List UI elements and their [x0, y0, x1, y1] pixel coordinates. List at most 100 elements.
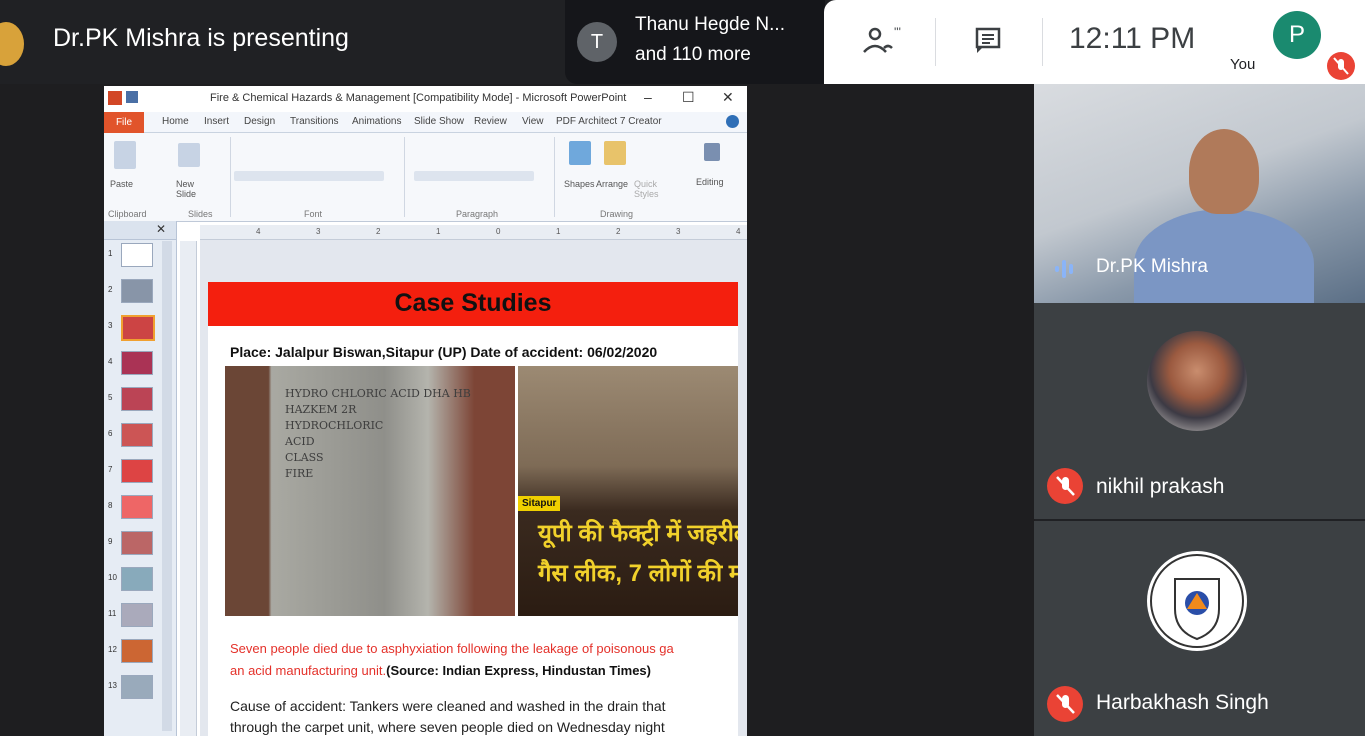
- thumbnail-number: 11: [108, 609, 117, 618]
- paragraph-controls[interactable]: [414, 171, 534, 181]
- cause-line-2: through the carpet unit, where seven peo…: [230, 719, 665, 735]
- ppt-title-bar: Fire & Chemical Hazards & Management [Co…: [104, 86, 747, 112]
- slide-summary: Seven people died due to asphyxiation fo…: [230, 638, 740, 682]
- new-slide-label[interactable]: New Slide: [176, 179, 206, 199]
- tab-insert[interactable]: Insert: [204, 116, 229, 127]
- arrange-icon[interactable]: [604, 141, 626, 165]
- tab-pdf-architect[interactable]: PDF Architect 7 Creator: [556, 116, 662, 127]
- participants-chip[interactable]: T Thanu Hegde N... and 110 more: [565, 0, 825, 84]
- tanker-photo-text: HYDRO CHLORIC ACID DHA HB HAZKEM 2R HYDR…: [285, 386, 471, 482]
- shapes-icon[interactable]: [569, 141, 591, 165]
- minimize-button[interactable]: –: [644, 89, 652, 105]
- participant-avatar: T: [577, 22, 617, 62]
- speaking-indicator-icon: [1053, 258, 1083, 285]
- thumbnail-number: 4: [108, 357, 113, 366]
- shapes-label[interactable]: Shapes: [564, 179, 595, 189]
- slide-thumbnails-pane: ✕ 1 2 3 4 5 6 7 8 9 10 11 12 13: [104, 221, 177, 736]
- mic-off-icon: [1047, 468, 1083, 504]
- slide-thumbnail[interactable]: [121, 603, 153, 627]
- ruler-mark: 0: [496, 227, 501, 236]
- tab-design[interactable]: Design: [244, 116, 275, 127]
- svg-text:''': ''': [894, 25, 901, 39]
- slide-thumbnail[interactable]: [121, 567, 153, 591]
- slide-editing-canvas[interactable]: Case Studies Place: Jalalpur Biswan,Sita…: [200, 240, 747, 736]
- cause-line-1: Cause of accident: Tankers were cleaned …: [230, 698, 666, 714]
- ruler-mark: 4: [256, 227, 261, 236]
- slide-thumbnail[interactable]: [121, 387, 153, 411]
- paste-icon[interactable]: [114, 141, 136, 169]
- editing-label[interactable]: Editing: [696, 177, 724, 187]
- help-icon[interactable]: [726, 115, 739, 128]
- divider: [935, 18, 936, 66]
- divider: [554, 137, 555, 217]
- slide-thumbnail[interactable]: [121, 351, 153, 375]
- clipboard-group-label: Clipboard: [108, 209, 147, 219]
- tab-view[interactable]: View: [522, 116, 544, 127]
- tanker-text-line: CLASS: [285, 451, 324, 464]
- thumbnail-number: 9: [108, 537, 113, 546]
- slide-thumbnail[interactable]: [121, 639, 153, 663]
- news-headline-line-2: गैस लीक, 7 लोगों की मौ: [538, 560, 738, 587]
- slide-thumbnail[interactable]: [121, 495, 153, 519]
- font-controls[interactable]: [234, 171, 384, 181]
- divider: [404, 137, 405, 217]
- powerpoint-icon: [108, 91, 122, 105]
- new-slide-icon[interactable]: [178, 143, 200, 167]
- tab-transitions[interactable]: Transitions: [290, 116, 339, 127]
- maximize-button[interactable]: ☐: [682, 89, 695, 106]
- slide-thumbnail[interactable]: [121, 675, 153, 699]
- slide-place-line: Place: Jalalpur Biswan,Sitapur (UP) Date…: [230, 344, 658, 360]
- thumbnail-number: 6: [108, 429, 113, 438]
- quick-styles-label[interactable]: Quick Styles: [634, 179, 662, 199]
- chat-icon[interactable]: [974, 26, 1002, 59]
- news-location-tag: Sitapur: [518, 496, 561, 511]
- self-avatar[interactable]: P: [1273, 11, 1321, 59]
- slide-thumbnail[interactable]: [121, 243, 153, 267]
- people-icon[interactable]: ''': [862, 24, 906, 65]
- ruler-mark: 4: [736, 227, 741, 236]
- tanker-text-line: HYDROCHLORIC: [285, 419, 384, 432]
- tanker-photo: HYDRO CHLORIC ACID DHA HB HAZKEM 2R HYDR…: [225, 366, 515, 616]
- ppt-menu-bar: Home Insert Design Transitions Animation…: [104, 112, 747, 133]
- close-pane-icon[interactable]: ✕: [156, 222, 166, 236]
- participant-tile[interactable]: nikhil prakash: [1034, 303, 1365, 519]
- presenting-status: Dr.PK Mishra is presenting: [53, 24, 349, 52]
- participant-count: and 110 more: [635, 44, 751, 65]
- tab-file[interactable]: File: [104, 112, 144, 133]
- slide-cause: Cause of accident: Tankers were cleaned …: [230, 696, 740, 736]
- save-icon[interactable]: [126, 91, 138, 103]
- slide-thumbnail[interactable]: [121, 531, 153, 555]
- close-button[interactable]: ✕: [722, 89, 734, 106]
- current-slide[interactable]: Case Studies Place: Jalalpur Biswan,Sita…: [208, 282, 738, 736]
- mic-off-icon: [1327, 52, 1355, 80]
- mic-off-icon: [1047, 686, 1083, 722]
- participant-name: Dr.PK Mishra: [1096, 256, 1208, 277]
- tab-slide-show[interactable]: Slide Show: [414, 116, 464, 127]
- slides-group-label: Slides: [188, 209, 213, 219]
- slide-thumbnail[interactable]: [121, 459, 153, 483]
- summary-line-2: an acid manufacturing unit.(Source: Indi…: [230, 660, 740, 682]
- thumbnail-number: 13: [108, 681, 117, 690]
- tab-animations[interactable]: Animations: [352, 116, 401, 127]
- horizontal-ruler: 4 3 2 1 0 1 2 3 4: [200, 225, 747, 240]
- tab-home[interactable]: Home: [162, 116, 189, 127]
- tanker-text-line: HYDRO CHLORIC ACID DHA HB: [285, 387, 471, 400]
- slide-thumbnail[interactable]: [121, 279, 153, 303]
- participant-tile-presenter[interactable]: Dr.PK Mishra: [1034, 84, 1365, 303]
- news-photo: Sitapur यूपी की फैक्ट्री में जहरील गैस ल…: [518, 366, 738, 616]
- thumbnail-number: 7: [108, 465, 113, 474]
- slide-thumbnail[interactable]: [121, 423, 153, 447]
- tab-review[interactable]: Review: [474, 116, 507, 127]
- ruler-mark: 2: [376, 227, 381, 236]
- font-group-label: Font: [304, 209, 323, 219]
- participant-name: nikhil prakash: [1096, 475, 1225, 498]
- binoculars-icon[interactable]: [704, 143, 720, 161]
- divider: [230, 137, 231, 217]
- slide-thumbnail-selected[interactable]: [121, 315, 155, 341]
- participant-tile[interactable]: Harbakhash Singh: [1034, 521, 1365, 736]
- arrange-label[interactable]: Arrange: [596, 179, 628, 189]
- ruler-mark: 3: [316, 227, 321, 236]
- paste-label[interactable]: Paste: [110, 179, 133, 189]
- participant-name: Thanu Hegde N...: [635, 14, 785, 35]
- thumbnail-scrollbar[interactable]: [162, 241, 172, 731]
